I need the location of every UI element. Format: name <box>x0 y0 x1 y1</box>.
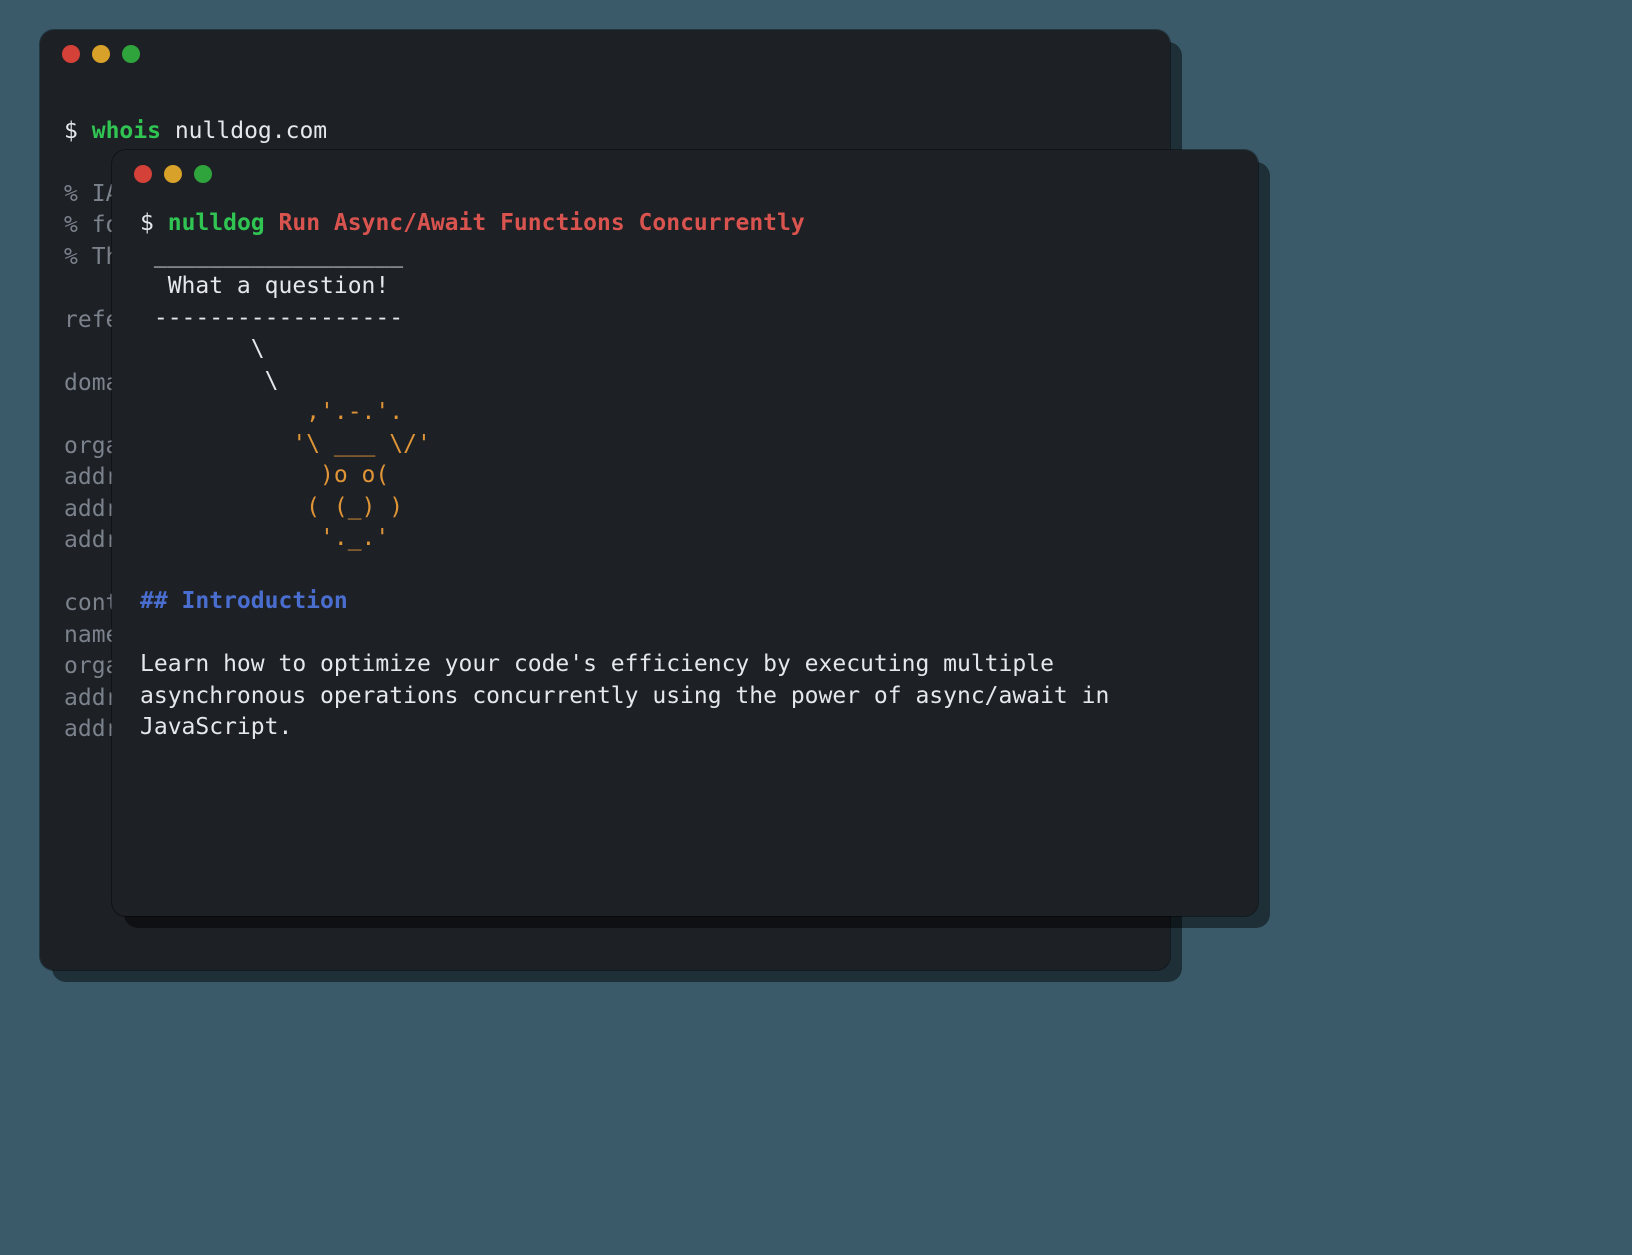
section-heading: ## Introduction <box>140 586 1230 618</box>
command-name: whois <box>92 118 161 144</box>
titlebar-front <box>112 150 1258 198</box>
ascii-dog-icon: ,'.-.'. '\ ___ \/' )o o( ( (_) ) '._.' <box>140 397 1230 555</box>
minimize-icon[interactable] <box>92 45 110 63</box>
section-body: Learn how to optimize your code's effici… <box>140 649 1230 744</box>
zoom-icon[interactable] <box>122 45 140 63</box>
speech-stem: \ <box>140 366 1230 398</box>
terminal-body-front: $ nulldog Run Async/Await Functions Conc… <box>112 198 1258 764</box>
minimize-icon[interactable] <box>164 165 182 183</box>
speech-bubble-top: __________________ <box>140 240 1230 272</box>
speech-bubble-text: What a question! <box>140 271 1230 303</box>
speech-bubble-bottom: ------------------ <box>140 303 1230 335</box>
zoom-icon[interactable] <box>194 165 212 183</box>
prompt-symbol: $ <box>140 210 154 236</box>
titlebar-back <box>40 30 1170 78</box>
command-arg: nulldog.com <box>175 118 327 144</box>
command-arg: Run Async/Await Functions Concurrently <box>279 210 805 236</box>
prompt-symbol: $ <box>64 118 78 144</box>
close-icon[interactable] <box>134 165 152 183</box>
terminal-window-front: $ nulldog Run Async/Await Functions Conc… <box>112 150 1258 916</box>
command-name: nulldog <box>168 210 265 236</box>
speech-stem: \ <box>140 334 1230 366</box>
close-icon[interactable] <box>62 45 80 63</box>
